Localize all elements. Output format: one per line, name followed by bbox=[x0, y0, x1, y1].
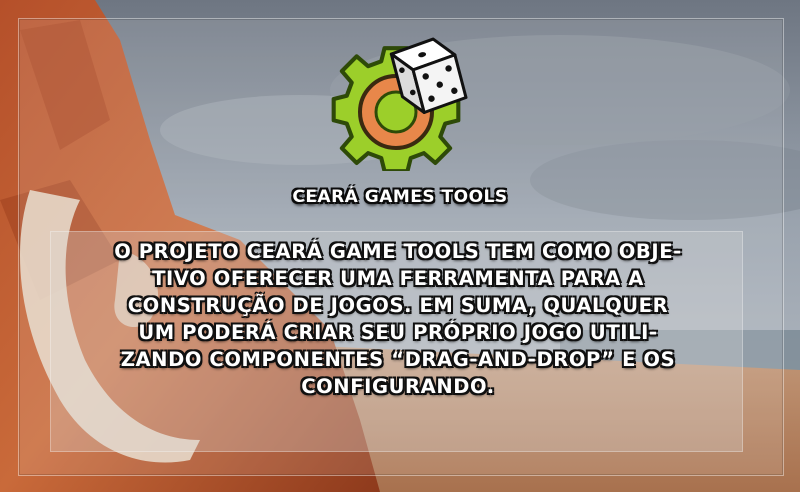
description-text: O PROJETO CEARÁ GAME TOOLS TEM COMO OBJE… bbox=[56, 238, 740, 400]
gear-with-dice-icon bbox=[331, 37, 468, 171]
description-line: UM PODERÁ CRIAR SEU PRÓPRIO JOGO UTILI- bbox=[138, 321, 658, 344]
description-line: TIVO OFERECER UMA FERRAMENTA PARA A bbox=[152, 267, 644, 290]
description-line: O PROJETO CEARÁ GAME TOOLS TEM COMO OBJE… bbox=[114, 240, 682, 263]
description-line: CONFIGURANDO. bbox=[301, 375, 495, 398]
brand-title: CEARÁ GAMES TOOLS bbox=[292, 187, 508, 207]
description-line: CONSTRUÇÃO DE JOGOS. EM SUMA, QUALQUER bbox=[127, 294, 669, 317]
description-line: ZANDO COMPONENTES “DRAG-AND-DROP” E OS bbox=[120, 348, 676, 371]
